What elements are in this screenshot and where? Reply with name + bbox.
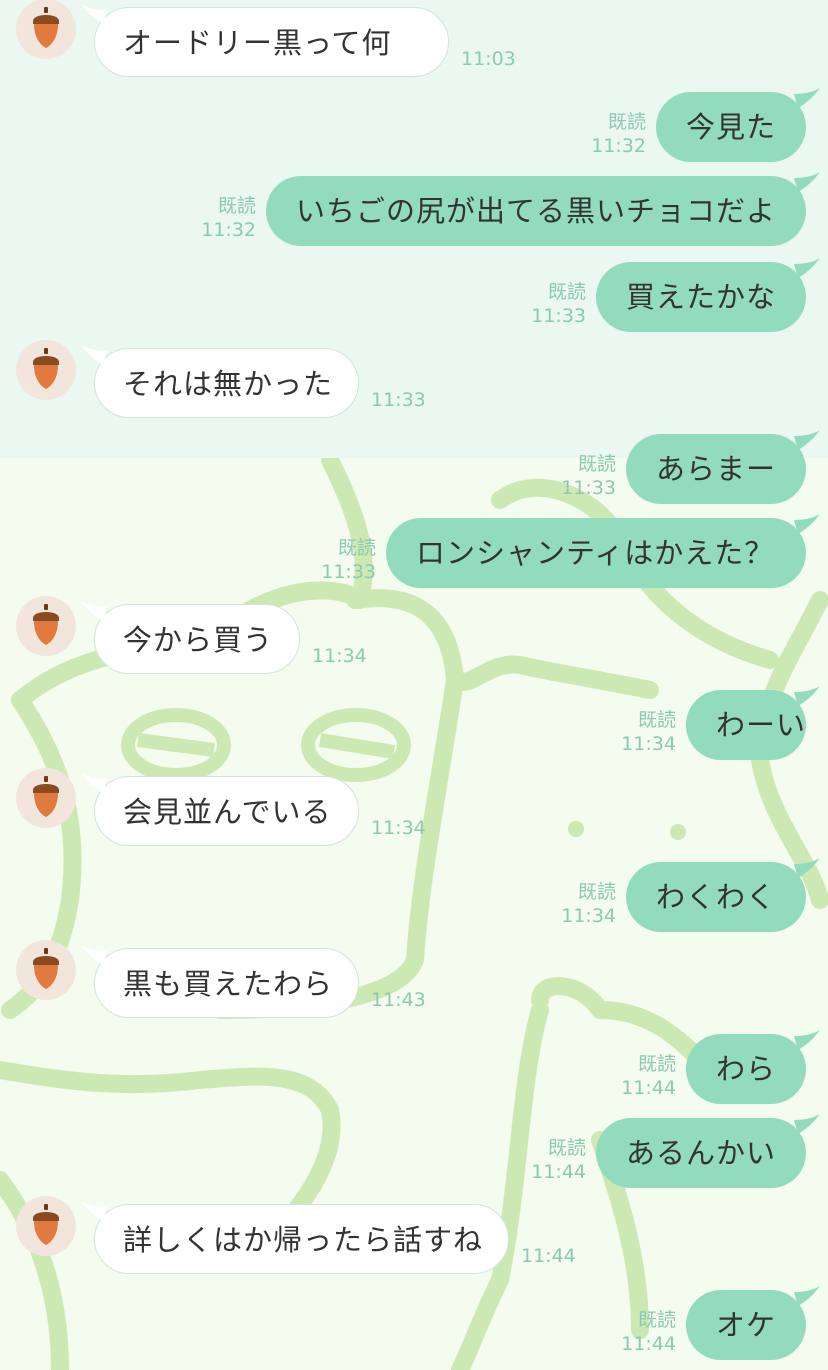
message-meta: 既読 11:32 [591, 110, 646, 158]
message-meta: 既読 11:33 [531, 280, 586, 328]
bubble-tail-icon [794, 172, 820, 192]
message-text: ロンシャンティはかえた？ [416, 536, 775, 570]
bubble-tail-icon [81, 773, 107, 793]
bubble-tail-icon [794, 1030, 820, 1050]
bubble-tail-icon [794, 1114, 820, 1134]
bubble-tail-icon [794, 258, 820, 278]
incoming-message-bubble[interactable]: 詳しくはか帰ったら話すね [81, 1201, 509, 1274]
message-meta: 既読 11:34 [561, 880, 616, 928]
outgoing-message-bubble[interactable]: 買えたかな [596, 258, 820, 332]
message-text: それは無かった [123, 367, 334, 401]
message-text: あらまー [656, 452, 777, 486]
message-meta: 既読 11:34 [621, 708, 676, 756]
read-receipt: 既読 [637, 709, 676, 731]
message-text: オードリー黒って何 [123, 26, 392, 60]
read-receipt: 既読 [217, 195, 256, 217]
incoming-message-bubble[interactable]: それは無かった [81, 345, 359, 418]
outgoing-message-bubble[interactable]: あるんかい [596, 1114, 820, 1188]
outgoing-message-bubble[interactable]: いちごの尻が出てる黒いチョコだよ [266, 172, 820, 246]
message-timestamp: 11:44 [521, 1245, 576, 1267]
sender-avatar[interactable] [16, 0, 76, 59]
message-timestamp: 11:33 [321, 561, 376, 583]
message-text: 今見た [686, 110, 777, 144]
incoming-message-bubble[interactable]: 今から買う [81, 601, 300, 674]
message-timestamp: 11:44 [621, 1077, 676, 1099]
outgoing-message-bubble[interactable]: わーい [686, 686, 820, 760]
outgoing-message-bubble[interactable]: オケ [686, 1286, 820, 1360]
message-meta: 既読 11:44 [531, 1136, 586, 1184]
message-timestamp: 11:44 [531, 1161, 586, 1183]
read-receipt: 既読 [577, 881, 616, 903]
message-meta: 既読 11:44 [621, 1052, 676, 1100]
read-receipt: 既読 [547, 281, 586, 303]
bubble-tail-icon [81, 1201, 107, 1221]
outgoing-message-bubble[interactable]: わら [686, 1030, 820, 1104]
bubble-tail-icon [81, 601, 107, 621]
read-receipt: 既読 [637, 1309, 676, 1331]
incoming-message-bubble[interactable]: 黒も買えたわら [81, 945, 359, 1018]
read-receipt: 既読 [637, 1053, 676, 1075]
message-timestamp: 11:32 [591, 135, 646, 157]
read-receipt: 既読 [607, 111, 646, 133]
message-text: わーい [716, 708, 807, 742]
message-text: わら [716, 1052, 777, 1086]
incoming-message-bubble[interactable]: オードリー黒って何 [81, 4, 449, 77]
read-receipt: 既読 [547, 1137, 586, 1159]
sender-avatar[interactable] [16, 596, 76, 656]
message-text: 詳しくはか帰ったら話すね [123, 1223, 484, 1257]
bubble-tail-icon [794, 1286, 820, 1306]
incoming-message-bubble[interactable]: 会見並んでいる [81, 773, 359, 846]
message-meta: 既読 11:44 [621, 1308, 676, 1356]
message-timestamp: 11:33 [561, 477, 616, 499]
outgoing-message-bubble[interactable]: あらまー [626, 430, 820, 504]
bubble-tail-icon [794, 88, 820, 108]
message-text: いちごの尻が出てる黒いチョコだよ [296, 194, 777, 228]
message-timestamp: 11:34 [371, 817, 426, 839]
read-receipt: 既読 [577, 453, 616, 475]
message-timestamp: 11:33 [531, 305, 586, 327]
message-timestamp: 11:32 [201, 219, 256, 241]
message-meta: 既読 11:33 [321, 536, 376, 584]
bubble-tail-icon [794, 430, 820, 450]
message-timestamp: 11:34 [312, 645, 367, 667]
bubble-tail-icon [794, 514, 820, 534]
sender-avatar[interactable] [16, 1196, 76, 1256]
message-text: オケ [716, 1308, 777, 1342]
message-timestamp: 11:43 [371, 989, 426, 1011]
bubble-tail-icon [81, 345, 107, 365]
bubble-tail-icon [81, 945, 107, 965]
message-timestamp: 11:34 [561, 905, 616, 927]
read-receipt: 既読 [337, 537, 376, 559]
sender-avatar[interactable] [16, 768, 76, 828]
message-timestamp: 11:34 [621, 733, 676, 755]
message-timestamp: 11:33 [371, 389, 426, 411]
message-text: 黒も買えたわら [123, 967, 334, 1001]
sender-avatar[interactable] [16, 340, 76, 400]
message-timestamp: 11:03 [461, 48, 516, 70]
message-text: 会見並んでいる [123, 795, 332, 829]
outgoing-message-bubble[interactable]: わくわく [626, 858, 820, 932]
outgoing-message-bubble[interactable]: ロンシャンティはかえた？ [386, 514, 820, 588]
bubble-tail-icon [794, 858, 820, 878]
bubble-tail-icon [794, 686, 820, 706]
sender-avatar[interactable] [16, 940, 76, 1000]
message-text: 買えたかな [626, 280, 777, 314]
message-text: あるんかい [626, 1136, 777, 1170]
message-text: 今から買う [123, 623, 274, 657]
message-text: わくわく [656, 880, 777, 914]
bubble-tail-icon [81, 4, 107, 24]
message-meta: 既読 11:33 [561, 452, 616, 500]
message-meta: 既読 11:32 [201, 194, 256, 242]
message-timestamp: 11:44 [621, 1333, 676, 1355]
outgoing-message-bubble[interactable]: 今見た [656, 88, 820, 162]
